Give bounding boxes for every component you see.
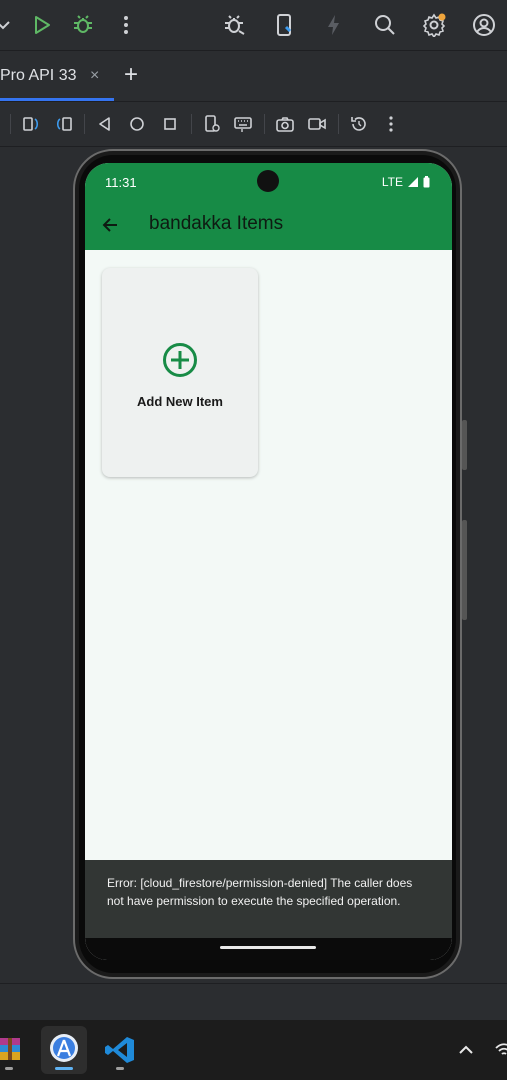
android-studio-icon (50, 1034, 78, 1062)
battery-icon (423, 176, 430, 188)
settings-icon[interactable] (419, 10, 449, 40)
home-gesture-handle[interactable] (220, 946, 316, 949)
vscode-icon (105, 1037, 134, 1063)
running-indicator (116, 1067, 124, 1070)
rotate-right-icon[interactable] (53, 113, 75, 135)
ide-status-strip (0, 983, 507, 1021)
network-label: LTE (381, 175, 403, 189)
tab-device[interactable]: Pro API 33 × (0, 51, 114, 101)
add-tab-button[interactable]: + (118, 61, 144, 89)
status-bar: 11:31 LTE (85, 163, 452, 199)
wifi-icon[interactable] (494, 1040, 507, 1060)
home-icon[interactable] (126, 113, 148, 135)
error-snackbar: Error: [cloud_firestore/permission-denie… (85, 860, 452, 938)
snapshot-icon[interactable] (348, 113, 370, 135)
chevron-up-icon[interactable] (456, 1040, 476, 1060)
divider (264, 114, 265, 134)
divider (191, 114, 192, 134)
items-grid: Add New Item (85, 250, 452, 860)
rotate-left-icon[interactable] (20, 113, 42, 135)
running-devices-tabbar: Pro API 33 × + (0, 51, 507, 102)
back-icon[interactable] (94, 113, 116, 135)
apply-changes-icon[interactable] (319, 10, 349, 40)
camera-cutout (257, 170, 279, 192)
tab-active-indicator (0, 98, 114, 101)
add-circle-icon (163, 343, 197, 377)
app-bar: bandakka Items (85, 199, 452, 250)
more-icon[interactable] (380, 113, 402, 135)
divider (338, 114, 339, 134)
divider (84, 114, 85, 134)
screenshot-icon[interactable] (274, 113, 296, 135)
device-manager-icon[interactable] (269, 10, 299, 40)
back-button[interactable] (97, 212, 123, 238)
os-taskbar (0, 1020, 507, 1080)
volume-button[interactable] (462, 520, 467, 620)
tab-label: Pro API 33 (0, 67, 77, 84)
record-icon[interactable] (306, 113, 328, 135)
taskbar-app-vscode[interactable] (97, 1026, 143, 1074)
arrow-left-icon (102, 218, 117, 232)
winrar-icon (0, 1038, 20, 1060)
taskbar-app-winrar[interactable] (0, 1026, 32, 1074)
attach-debugger-icon[interactable] (220, 10, 250, 40)
account-icon[interactable] (469, 10, 499, 40)
close-icon[interactable]: × (90, 67, 99, 85)
running-indicator (55, 1067, 73, 1070)
gesture-nav-bar (85, 938, 452, 960)
add-item-label: Add New Item (137, 394, 223, 409)
overview-icon[interactable] (159, 113, 181, 135)
status-time: 11:31 (105, 175, 137, 190)
phone-screen: 11:31 LTE bandakka Items Add New Item Er… (85, 163, 452, 960)
power-button[interactable] (462, 420, 467, 470)
debug-icon[interactable] (68, 10, 98, 40)
taskbar-app-android-studio[interactable] (41, 1026, 87, 1074)
chevron-down-icon[interactable] (0, 10, 20, 40)
add-item-card[interactable]: Add New Item (102, 268, 258, 477)
run-icon[interactable] (26, 10, 56, 40)
emulator-toolbar (0, 102, 507, 147)
more-icon[interactable] (111, 10, 141, 40)
running-indicator (5, 1067, 13, 1070)
ide-toolbar (0, 0, 507, 51)
keyboard-icon[interactable] (232, 113, 254, 135)
device-settings-icon[interactable] (201, 113, 223, 135)
divider (10, 114, 11, 134)
page-title: bandakka Items (149, 213, 284, 234)
status-indicators: LTE (382, 175, 430, 189)
signal-icon (408, 177, 418, 187)
error-message: Error: [cloud_firestore/permission-denie… (107, 876, 413, 908)
search-icon[interactable] (370, 10, 400, 40)
